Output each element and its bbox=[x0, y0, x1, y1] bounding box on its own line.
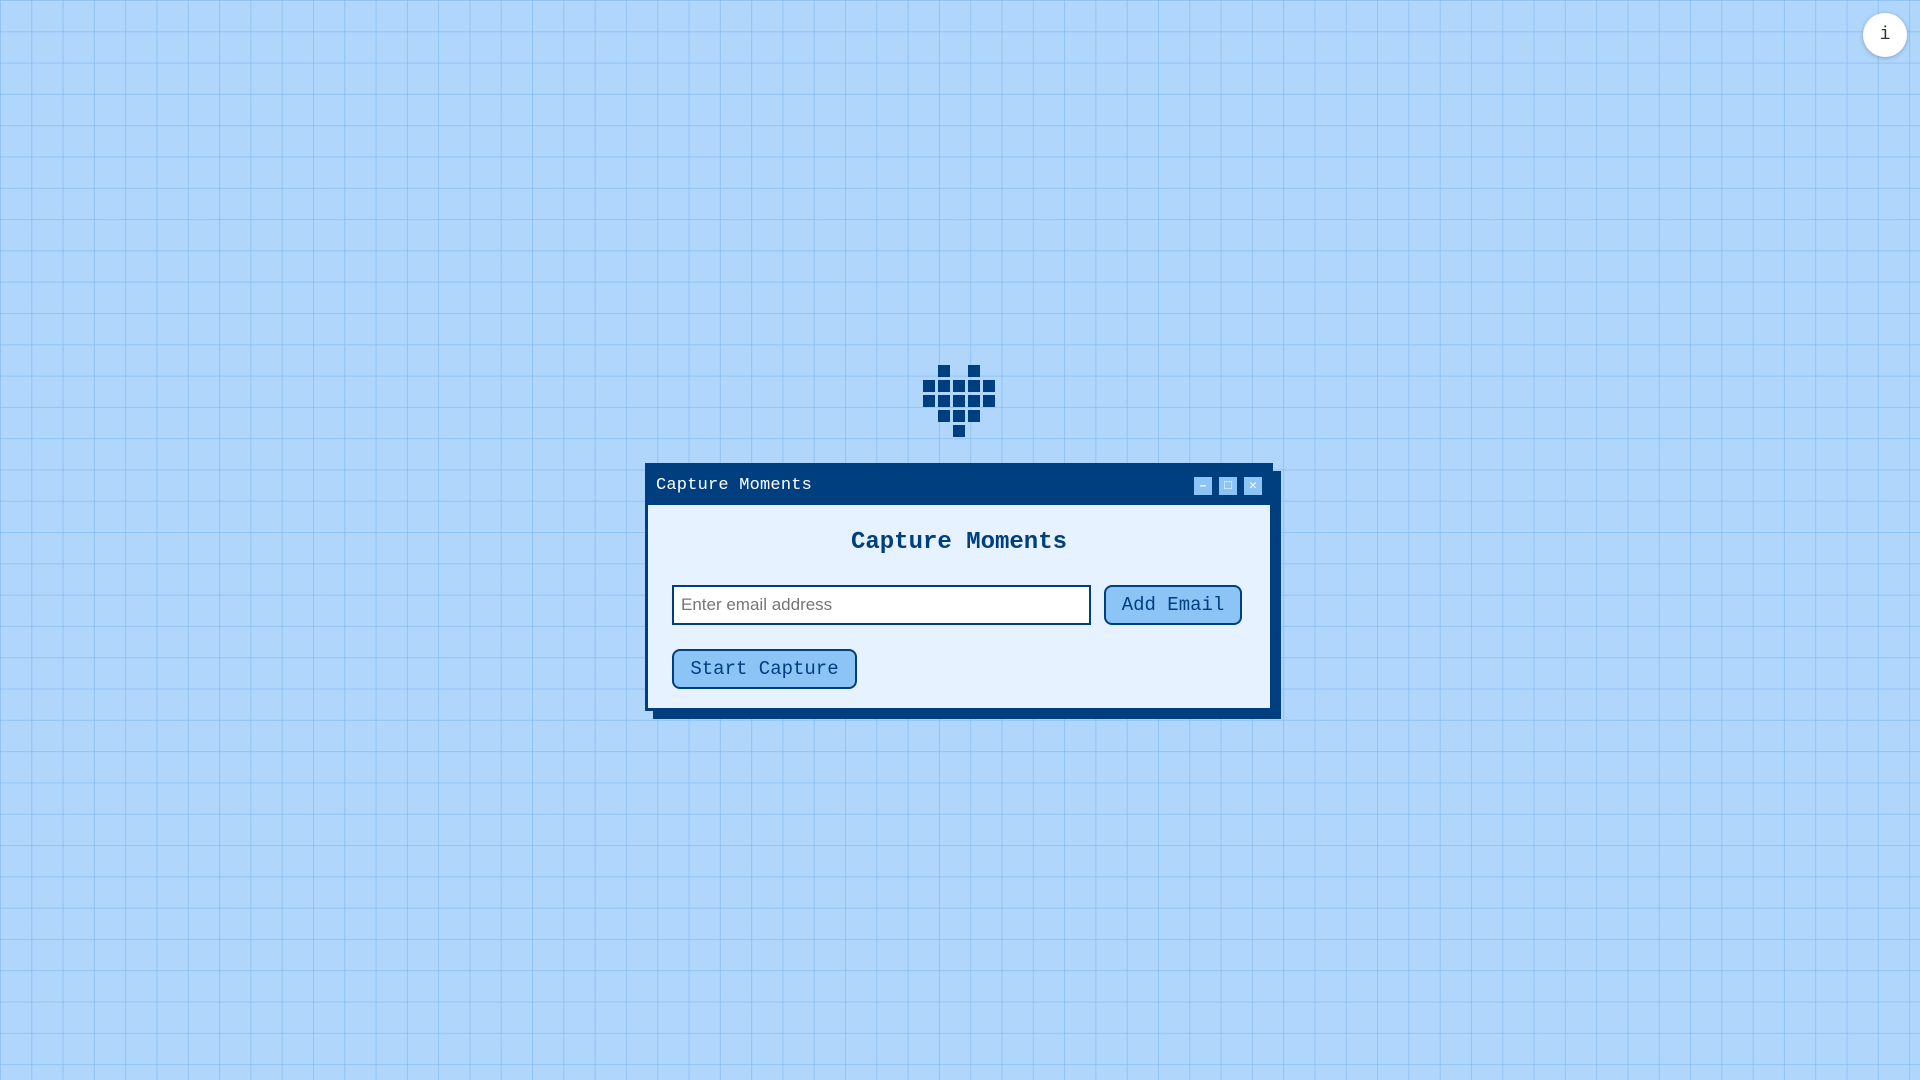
start-capture-button[interactable]: Start Capture bbox=[672, 649, 857, 689]
window-content: Capture Moments Add Email Start Capture bbox=[648, 529, 1270, 689]
add-email-button[interactable]: Add Email bbox=[1104, 585, 1242, 625]
email-field[interactable] bbox=[672, 585, 1091, 625]
page-title: Capture Moments bbox=[850, 529, 1068, 556]
close-button[interactable]: ✕ bbox=[1244, 476, 1262, 495]
minimize-icon: – bbox=[1199, 478, 1207, 493]
pixel-heart-icon bbox=[922, 363, 998, 439]
email-row: Add Email bbox=[672, 585, 1246, 625]
capture-window: Capture Moments – □ ✕ Capture Moments Ad… bbox=[645, 463, 1273, 711]
window-title: Capture Moments bbox=[656, 476, 813, 495]
window-titlebar[interactable]: Capture Moments – □ ✕ bbox=[648, 466, 1270, 505]
close-icon: ✕ bbox=[1249, 478, 1257, 493]
maximize-icon: □ bbox=[1224, 478, 1232, 493]
info-button[interactable]: i bbox=[1863, 13, 1907, 57]
minimize-button[interactable]: – bbox=[1194, 476, 1212, 495]
window-controls: – □ ✕ bbox=[1194, 476, 1262, 495]
info-icon: i bbox=[1879, 25, 1891, 45]
maximize-button[interactable]: □ bbox=[1219, 476, 1237, 495]
